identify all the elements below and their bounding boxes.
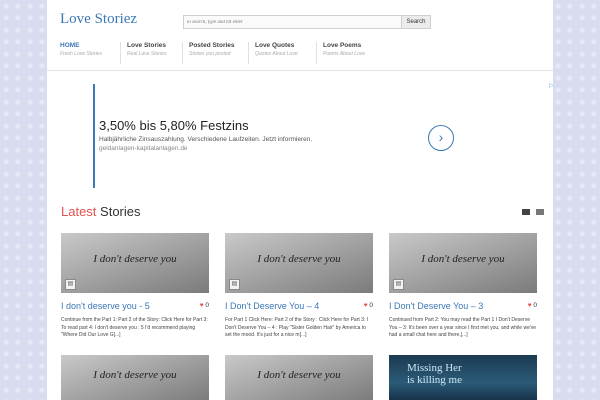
story-thumbnail[interactable]: Missing Her is killing me <box>389 355 537 400</box>
grid-view-icon[interactable] <box>522 209 530 215</box>
advertisement[interactable]: 3,50% bis 5,80% Festzins Halbjährliche Z… <box>93 83 553 188</box>
story-excerpt: Continue from the Part 1: Part 2 of the … <box>61 317 208 338</box>
thumbnail-caption: I don't deserve you <box>257 253 341 265</box>
thumbnail-caption-line: Missing Her <box>407 362 462 374</box>
ad-arrow-icon[interactable]: › <box>428 125 454 151</box>
view-toggles <box>520 209 545 227</box>
like-counter[interactable]: ♥ 0 <box>200 302 209 309</box>
ad-description: Halbjährliche Zinsauszahlung. Verschiede… <box>99 136 313 143</box>
story-card: I don't deserve you ▤ I don't deserve yo… <box>61 233 209 338</box>
nav-label: Posted Stories <box>189 42 235 49</box>
thumbnail-caption: Missing Her is killing me <box>407 362 462 386</box>
page-container: Love Storiez Search HOME Fresh Love Stor… <box>47 0 553 400</box>
ad-choices-icon[interactable]: ▷ <box>549 82 553 89</box>
nav-item-home[interactable]: HOME Fresh Love Stories <box>54 42 102 64</box>
section-title: Latest Stories <box>61 204 141 219</box>
story-thumbnail[interactable]: I don't deserve you <box>61 355 209 400</box>
thumbnail-caption: I don't deserve you <box>93 253 177 265</box>
nav-subtitle: Fresh Love Stories <box>60 51 102 57</box>
like-count: 0 <box>369 302 373 309</box>
section-title-accent: Latest <box>61 204 97 219</box>
story-title[interactable]: I Don't Deserve You – 4 <box>225 301 355 311</box>
nav-subtitle: Stories you posted <box>189 51 231 57</box>
story-excerpt: For Part 1 Click Here: Part 2 of the Sto… <box>225 317 369 338</box>
thumbnail-caption-line: is killing me <box>407 374 462 386</box>
heart-icon: ♥ <box>363 302 368 309</box>
nav-label: Love Quotes <box>255 42 295 49</box>
thumbnail-caption: I don't deserve you <box>421 253 505 265</box>
nav-item-love-poems[interactable]: Love Poems Poems About Love <box>316 42 365 64</box>
story-thumbnail[interactable]: I don't deserve you ▤ <box>225 233 373 293</box>
site-logo[interactable]: Love Storiez <box>60 11 137 28</box>
story-excerpt: Continued from Part 2: You may read the … <box>389 317 537 338</box>
heart-icon: ♥ <box>527 302 532 309</box>
story-thumbnail[interactable]: I don't deserve you <box>225 355 373 400</box>
nav-label: HOME <box>60 42 80 49</box>
site-header: Love Storiez Search <box>47 0 553 36</box>
thumbnail-caption: I don't deserve you <box>257 369 341 381</box>
nav-label: Love Stories <box>127 42 167 49</box>
ad-accent-bar <box>93 84 95 188</box>
like-count: 0 <box>205 302 209 309</box>
post-format-icon: ▤ <box>393 279 404 290</box>
like-counter[interactable]: ♥ 0 <box>364 302 373 309</box>
ad-url[interactable]: geldanlagen-kapitalanlagen.de <box>99 145 188 152</box>
section-title-rest: Stories <box>96 204 141 219</box>
story-title[interactable]: I don't deserve you - 5 <box>61 301 191 311</box>
like-counter[interactable]: ♥ 0 <box>528 302 537 309</box>
search-input[interactable] <box>183 15 403 29</box>
post-format-icon: ▤ <box>65 279 76 290</box>
like-count: 0 <box>533 302 537 309</box>
main-nav: HOME Fresh Love Stories Love Stories Rea… <box>47 36 553 71</box>
nav-subtitle: Quotes About Love <box>255 51 298 57</box>
thumbnail-caption: I don't deserve you <box>93 369 177 381</box>
nav-item-posted-stories[interactable]: Posted Stories Stories you posted <box>182 42 235 64</box>
story-card: I don't deserve you ▤ I Don't Deserve Yo… <box>389 233 537 338</box>
nav-item-love-quotes[interactable]: Love Quotes Quotes About Love <box>248 42 298 64</box>
search-button[interactable]: Search <box>401 15 431 29</box>
list-view-icon[interactable] <box>536 209 545 215</box>
nav-subtitle: Real Love Stories <box>127 51 167 57</box>
nav-item-love-stories[interactable]: Love Stories Real Love Stories <box>120 42 166 64</box>
nav-subtitle: Poems About Love <box>323 51 366 57</box>
nav-label: Love Poems <box>323 42 362 49</box>
post-format-icon: ▤ <box>229 279 240 290</box>
heart-icon: ♥ <box>199 302 204 309</box>
story-card: I don't deserve you ▤ I Don't Deserve Yo… <box>225 233 373 338</box>
story-thumbnail[interactable]: I don't deserve you ▤ <box>389 233 537 293</box>
ad-headline[interactable]: 3,50% bis 5,80% Festzins <box>99 118 249 133</box>
story-title[interactable]: I Don't Deserve You – 3 <box>389 301 519 311</box>
story-thumbnail[interactable]: I don't deserve you ▤ <box>61 233 209 293</box>
